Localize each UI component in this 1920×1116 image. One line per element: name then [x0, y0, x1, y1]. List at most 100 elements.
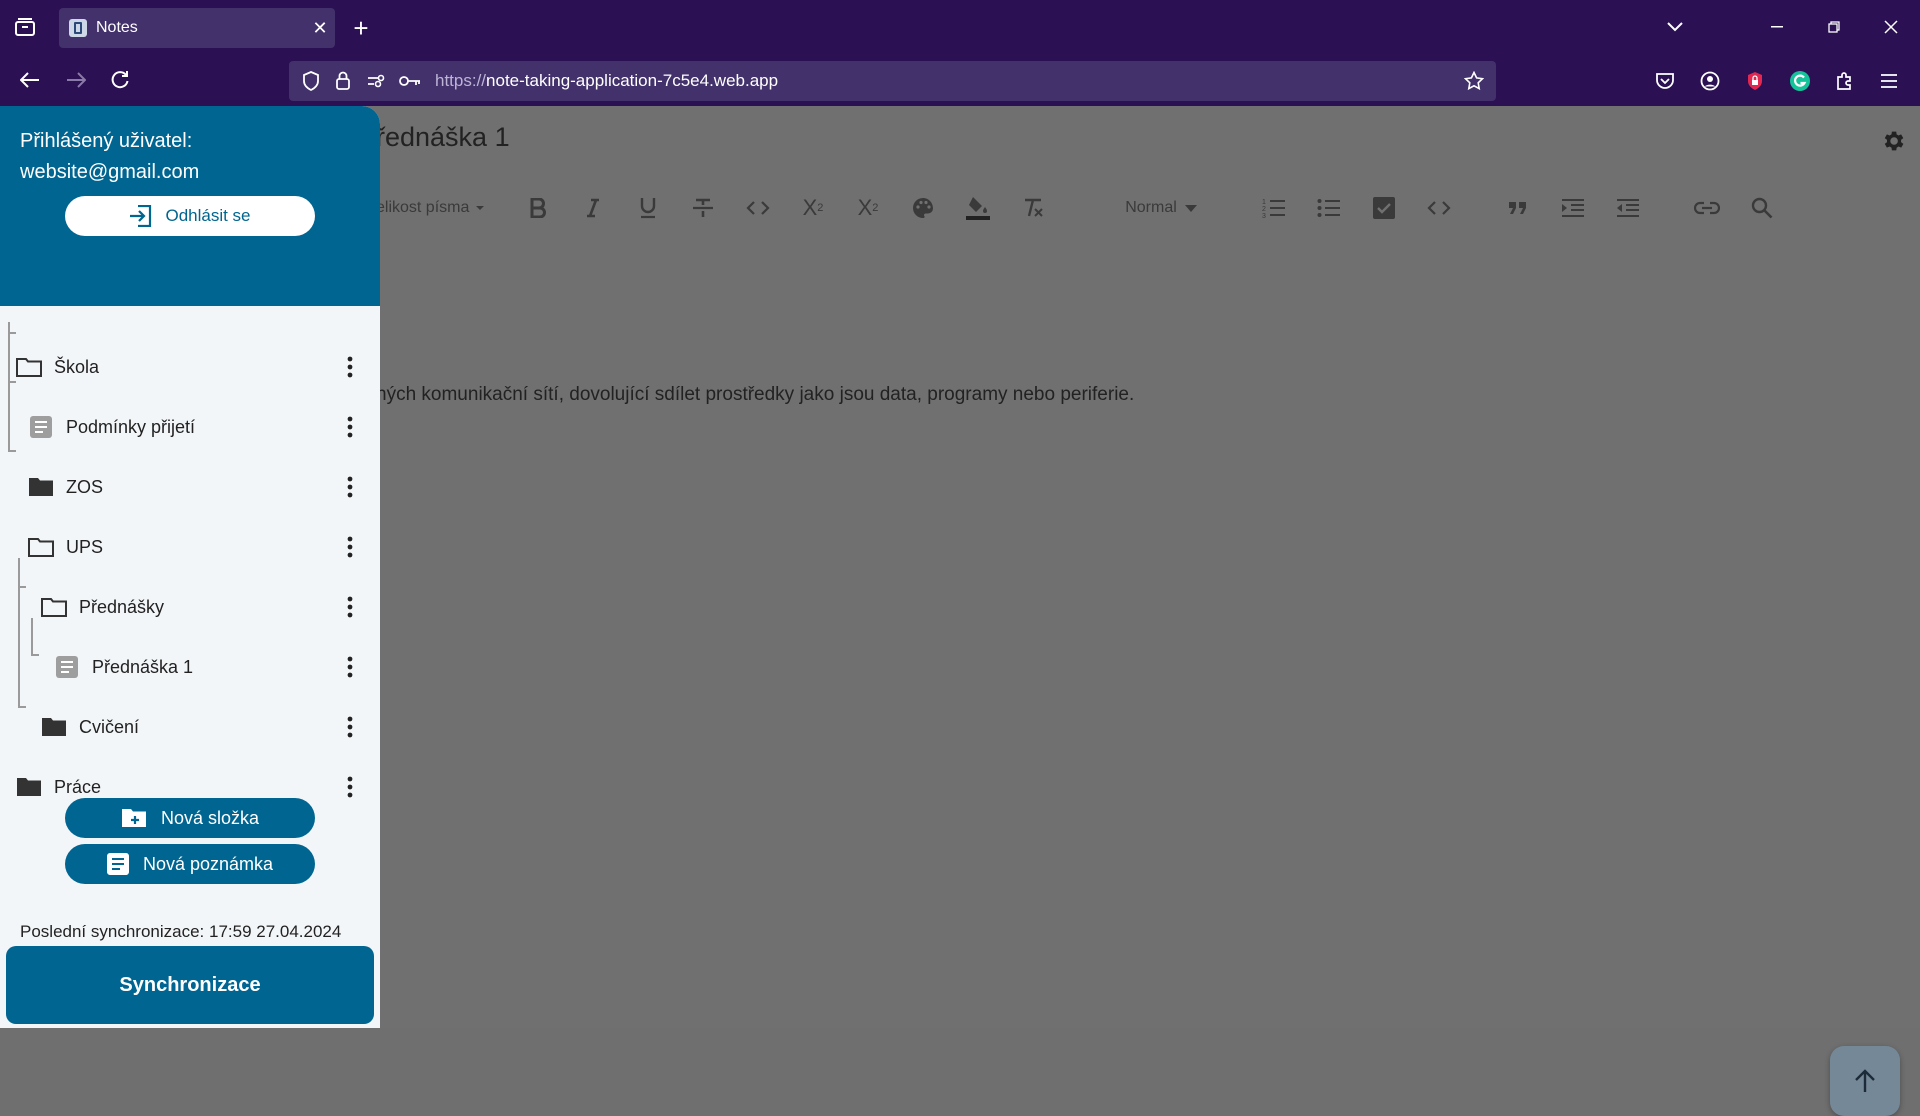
checkbox-list-icon[interactable] [1368, 188, 1400, 228]
text-color-palette-icon[interactable] [907, 188, 939, 228]
more-options-icon[interactable] [338, 647, 362, 687]
indent-icon[interactable] [1557, 188, 1589, 228]
key-icon[interactable] [397, 69, 423, 93]
last-sync-text: Poslední synchronizace: 17:59 27.04.2024 [20, 922, 342, 941]
tree-note-prednaska-1[interactable]: Přednáška 1 [54, 647, 193, 687]
underline-icon[interactable] [632, 188, 664, 228]
search-icon[interactable] [1746, 188, 1778, 228]
tree-connector [31, 654, 39, 656]
folder-icon [16, 774, 42, 800]
list-tabs-chevron-down-icon[interactable] [1660, 12, 1690, 42]
clear-formatting-icon[interactable] [1017, 188, 1049, 228]
address-bar[interactable]: https://note-taking-application-7c5e4.we… [289, 61, 1496, 101]
account-icon[interactable] [1695, 68, 1725, 94]
note-add-icon [106, 853, 129, 875]
tree-connector [18, 586, 26, 588]
back-arrow-icon[interactable] [14, 65, 46, 95]
new-note-label: Nová poznámka [142, 853, 274, 874]
new-note-button[interactable]: Nová poznámka [65, 844, 315, 884]
tree-folder-ups[interactable]: UPS [28, 527, 103, 567]
tree-folder-zos[interactable]: ZOS [28, 467, 103, 507]
folder-open-icon [28, 534, 54, 560]
more-options-icon[interactable] [338, 707, 362, 747]
shield-icon[interactable] [299, 69, 323, 93]
pocket-icon[interactable] [1650, 68, 1680, 94]
bold-icon[interactable] [522, 188, 554, 228]
folder-open-icon [16, 354, 42, 380]
note-icon [54, 654, 80, 680]
more-options-icon[interactable] [338, 407, 362, 447]
tree-connector [18, 706, 26, 708]
lock-icon[interactable] [331, 69, 355, 93]
tree-folder-prednasky[interactable]: Přednášky [41, 587, 164, 627]
sync-button[interactable]: Synchronizace [6, 946, 374, 1024]
tree-note-podminky-prijeti[interactable]: Podmínky přijetí [28, 407, 195, 447]
tab-overview-icon[interactable] [10, 14, 40, 40]
tree-item-label: Přednáška 1 [92, 656, 194, 677]
code-icon[interactable] [742, 188, 774, 228]
superscript-icon[interactable]: X2 [852, 188, 884, 228]
italic-icon[interactable] [577, 188, 609, 228]
fill-color-bucket-icon[interactable] [962, 188, 994, 228]
extensions-puzzle-icon[interactable] [1830, 68, 1860, 94]
logout-label: Odhlásit se [165, 206, 251, 225]
menu-hamburger-icon[interactable] [1874, 68, 1904, 94]
svg-text:3: 3 [1262, 213, 1266, 218]
note-content[interactable]: ných komunikační sítí, dovolující sdílet… [376, 384, 1134, 406]
sidebar-header: Přihlášený uživatel: website@gmail.com O… [0, 106, 380, 306]
sidebar-drawer: Přihlášený uživatel: website@gmail.com O… [0, 106, 380, 1028]
password-extension-icon[interactable] [1740, 68, 1770, 94]
tree-item-label: Podmínky přijetí [66, 416, 196, 437]
strikethrough-icon[interactable] [687, 188, 719, 228]
font-size-select[interactable]: elikost písma [376, 188, 496, 228]
link-icon[interactable] [1691, 188, 1723, 228]
subscript-icon[interactable]: X2 [797, 188, 829, 228]
note-title[interactable]: řednáška 1 [376, 122, 510, 153]
bullet-list-icon[interactable] [1313, 188, 1345, 228]
reload-icon[interactable] [104, 65, 136, 95]
minimize-window-icon[interactable] [1762, 12, 1792, 42]
browser-tab-notes[interactable]: Notes ✕ [59, 8, 335, 48]
new-tab-icon[interactable]: + [346, 13, 376, 43]
more-options-icon[interactable] [338, 527, 362, 567]
user-email: website@gmail.com [20, 161, 200, 183]
more-options-icon[interactable] [338, 467, 362, 507]
more-options-icon[interactable] [338, 587, 362, 627]
tree-item-label: UPS [66, 536, 104, 557]
tree-folder-skola[interactable]: Škola [16, 347, 99, 387]
bookmark-star-icon[interactable] [1462, 69, 1486, 93]
outdent-icon[interactable] [1612, 188, 1644, 228]
tab-title: Notes [96, 19, 138, 36]
tree-connector [8, 332, 16, 334]
tree-item-label: Škola [54, 356, 100, 377]
folder-icon [28, 474, 54, 500]
tree-connector [31, 618, 33, 656]
permissions-icon[interactable] [364, 69, 388, 93]
svg-text:2: 2 [1262, 206, 1266, 213]
folder-icon [41, 714, 67, 740]
close-window-icon[interactable] [1876, 12, 1906, 42]
more-options-icon[interactable] [338, 767, 362, 807]
scroll-to-top-button[interactable] [1830, 1046, 1900, 1116]
code-block-icon[interactable] [1423, 188, 1455, 228]
ordered-list-icon[interactable]: 123 [1258, 188, 1290, 228]
gear-icon[interactable] [1880, 128, 1906, 159]
close-tab-icon[interactable]: ✕ [305, 18, 335, 39]
more-options-icon[interactable] [338, 347, 362, 387]
logout-button[interactable]: Odhlásit se [65, 196, 315, 236]
notes-favicon-icon [69, 19, 87, 37]
tree-folder-cviceni[interactable]: Cvičení [41, 707, 139, 747]
new-folder-button[interactable]: Nová složka [65, 798, 315, 838]
user-label: Přihlášený uživatel: [20, 130, 193, 152]
folder-open-icon [41, 594, 67, 620]
blockquote-icon[interactable] [1502, 188, 1534, 228]
browser-tab-bar: Notes ✕ + [0, 0, 1920, 54]
restore-window-icon[interactable] [1819, 12, 1849, 42]
tree-connector [8, 322, 10, 452]
grammarly-icon[interactable] [1785, 68, 1815, 94]
heading-select[interactable]: Normal [1116, 188, 1206, 228]
arrow-up-icon [1855, 1069, 1875, 1092]
forward-arrow-icon[interactable] [60, 65, 92, 95]
tree-item-label: Cvičení [79, 716, 140, 737]
new-folder-label: Nová složka [160, 807, 260, 828]
